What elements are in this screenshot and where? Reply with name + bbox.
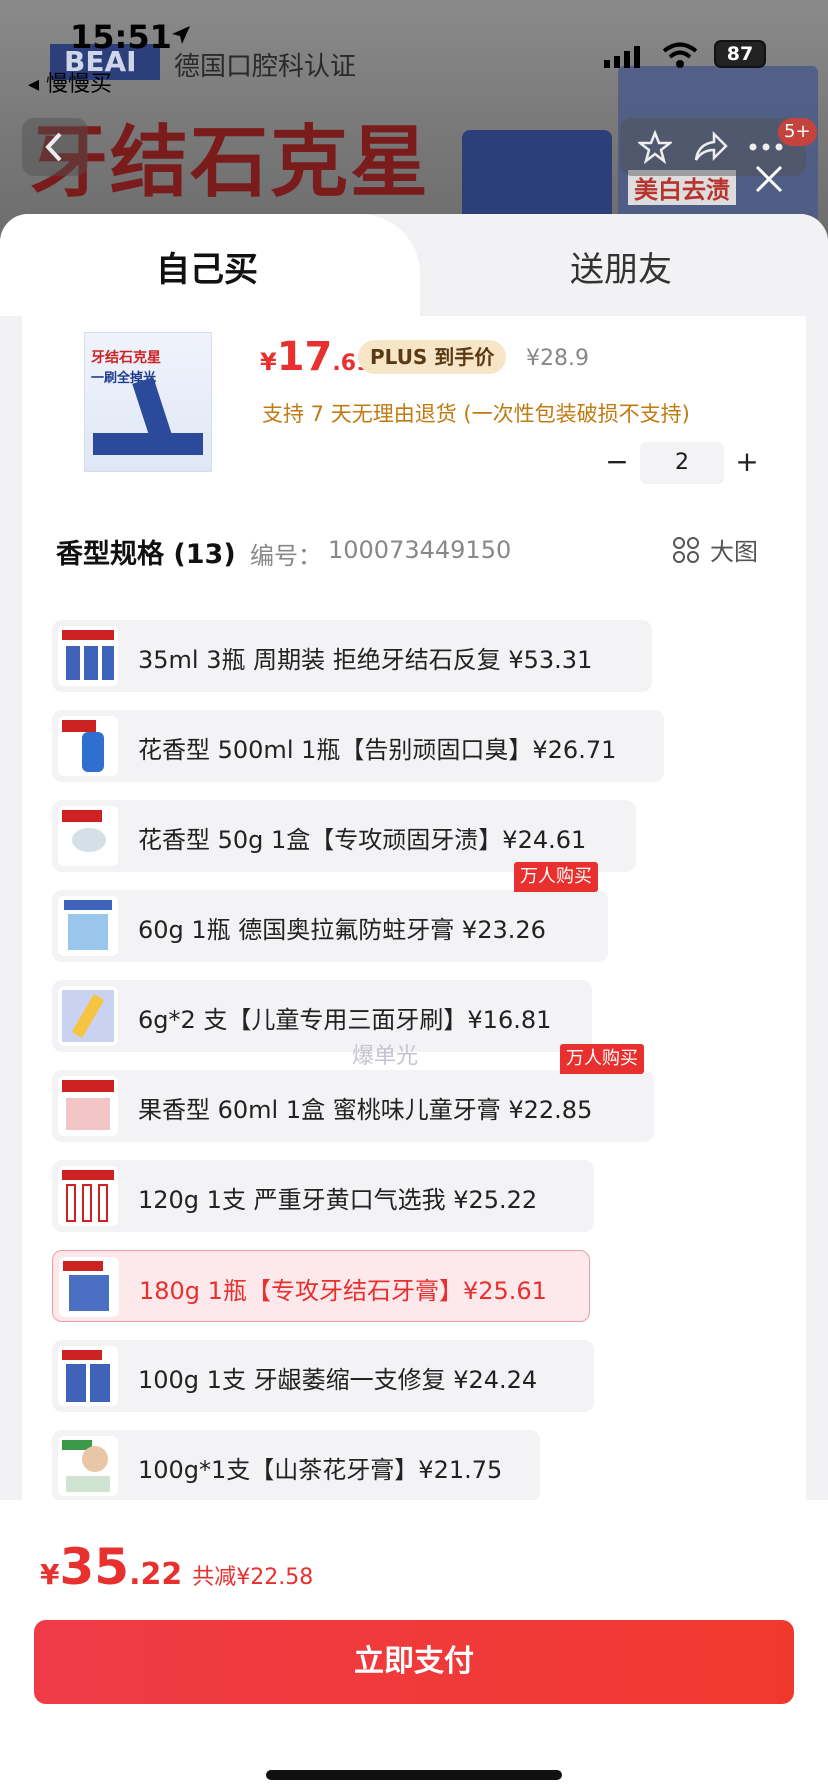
spec-option[interactable]: 35ml 3瓶 周期装 拒绝牙结石反复 ¥53.31 bbox=[52, 620, 652, 692]
price-symbol: ¥ bbox=[260, 348, 277, 376]
battery-indicator: 87 bbox=[714, 40, 766, 68]
option-thumbnail bbox=[59, 1257, 119, 1317]
total-symbol: ¥ bbox=[40, 1558, 60, 1591]
pay-now-button[interactable]: 立即支付 bbox=[34, 1620, 794, 1704]
nav-back-button[interactable] bbox=[22, 118, 88, 176]
location-arrow-icon bbox=[172, 26, 190, 44]
banner-headline: 牙结石克星 bbox=[30, 118, 431, 208]
option-thumbnail bbox=[58, 1076, 118, 1136]
spec-option-selected[interactable]: 180g 1瓶【专攻牙结石牙膏】¥25.61 bbox=[52, 1250, 590, 1322]
spec-option[interactable]: 100g*1支【山茶花牙膏】¥21.75 bbox=[52, 1430, 540, 1502]
quantity-decrease-button[interactable]: − bbox=[602, 448, 632, 478]
star-icon[interactable] bbox=[638, 130, 672, 164]
chevron-left-icon bbox=[45, 132, 62, 162]
grid-icon[interactable] bbox=[672, 536, 700, 564]
option-label: 花香型 500ml 1瓶【告别顽固口臭】¥26.71 bbox=[138, 736, 617, 764]
option-thumbnail bbox=[58, 1346, 118, 1406]
plus-price-badge: PLUS 到手价 bbox=[358, 340, 507, 374]
option-label: 180g 1瓶【专攻牙结石牙膏】¥25.61 bbox=[139, 1277, 547, 1305]
option-thumbnail bbox=[58, 986, 118, 1046]
close-icon[interactable] bbox=[752, 162, 786, 196]
total-decimal: .22 bbox=[129, 1557, 183, 1592]
total-integer: 35 bbox=[59, 1538, 130, 1596]
option-label: 120g 1支 严重牙黄口气选我 ¥25.22 bbox=[138, 1186, 538, 1214]
big-image-toggle[interactable]: 大图 bbox=[710, 532, 758, 567]
option-label: 花香型 50g 1盒【专攻顽固牙渍】¥24.61 bbox=[138, 826, 587, 854]
option-label: 6g*2 支【儿童专用三面牙刷】¥16.81 bbox=[138, 1006, 552, 1034]
option-label: 果香型 60ml 1盒 蜜桃味儿童牙膏 ¥22.85 bbox=[138, 1096, 593, 1124]
cart-count-badge: 5+ bbox=[778, 118, 817, 146]
back-to-app-link[interactable]: ◂ 慢慢买 bbox=[28, 66, 112, 98]
spec-option[interactable]: 6g*2 支【儿童专用三面牙刷】¥16.81 bbox=[52, 980, 592, 1052]
watermark-text: 爆单光 bbox=[352, 1044, 419, 1069]
tab-self-buy-label[interactable]: 自己买 bbox=[156, 242, 258, 291]
hot-sale-tag: 万人购买 bbox=[514, 862, 598, 892]
spec-code: 100073449150 bbox=[328, 536, 512, 564]
spec-option[interactable]: 100g 1支 牙龈萎缩一支修复 ¥24.24 bbox=[52, 1340, 594, 1412]
total-price: ¥ 35 .22 共减¥22.58 bbox=[40, 1538, 313, 1596]
option-thumbnail bbox=[58, 626, 118, 686]
thumbnail-tube bbox=[132, 377, 172, 441]
status-bar: 15:51 87 ◂ 慢慢买 bbox=[0, 0, 828, 97]
option-thumbnail bbox=[58, 716, 118, 776]
option-thumbnail bbox=[58, 806, 118, 866]
option-thumbnail bbox=[58, 1166, 118, 1226]
status-time: 15:51 bbox=[70, 18, 172, 56]
spec-option[interactable]: 120g 1支 严重牙黄口气选我 ¥25.22 bbox=[52, 1160, 594, 1232]
product-price: ¥ 17 .61 bbox=[260, 334, 371, 386]
purchase-tabs: 自己买 送朋友 bbox=[0, 214, 828, 316]
back-app-label[interactable]: 慢慢买 bbox=[46, 72, 112, 97]
quantity-increase-button[interactable]: + bbox=[732, 448, 762, 478]
total-discount: 共减¥22.58 bbox=[192, 1565, 314, 1590]
option-thumbnail bbox=[58, 1436, 118, 1496]
option-label: 35ml 3瓶 周期装 拒绝牙结石反复 ¥53.31 bbox=[138, 646, 593, 674]
tab-gift-label[interactable]: 送朋友 bbox=[570, 242, 672, 291]
signal-icon bbox=[604, 46, 640, 68]
spec-option[interactable]: 果香型 60ml 1盒 蜜桃味儿童牙膏 ¥22.85 bbox=[52, 1070, 654, 1142]
checkout-footer: ¥ 35 .22 共减¥22.58 立即支付 bbox=[0, 1500, 828, 1792]
return-policy-text: 支持 7 天无理由退货 (一次性包装破损不支持) bbox=[262, 402, 690, 426]
price-integer: 17 bbox=[276, 334, 333, 380]
home-indicator bbox=[266, 1770, 562, 1780]
hot-sale-tag: 万人购买 bbox=[560, 1044, 644, 1074]
wifi-icon bbox=[662, 42, 698, 68]
thumbnail-title: 牙结石克星 bbox=[91, 350, 161, 366]
option-label: 100g*1支【山茶花牙膏】¥21.75 bbox=[138, 1456, 503, 1484]
spec-option[interactable]: 花香型 500ml 1瓶【告别顽固口臭】¥26.71 bbox=[52, 710, 664, 782]
spec-section-title: 香型规格 (13) bbox=[56, 539, 236, 570]
spec-code-label: 编号： bbox=[250, 542, 322, 570]
thumbnail-box bbox=[93, 433, 203, 455]
option-label: 100g 1支 牙龈萎缩一支修复 ¥24.24 bbox=[138, 1366, 538, 1394]
option-label: 60g 1瓶 德国奥拉氟防蛀牙膏 ¥23.26 bbox=[138, 916, 546, 944]
more-icon[interactable] bbox=[748, 142, 784, 152]
spec-option[interactable]: 60g 1瓶 德国奥拉氟防蛀牙膏 ¥23.26 bbox=[52, 890, 608, 962]
share-icon[interactable] bbox=[692, 130, 728, 164]
product-thumbnail[interactable]: 牙结石克星 一刷全掉光 bbox=[84, 332, 212, 472]
option-thumbnail bbox=[58, 896, 118, 956]
original-price: ¥28.9 bbox=[526, 346, 589, 371]
quantity-field[interactable]: 2 bbox=[640, 442, 724, 484]
